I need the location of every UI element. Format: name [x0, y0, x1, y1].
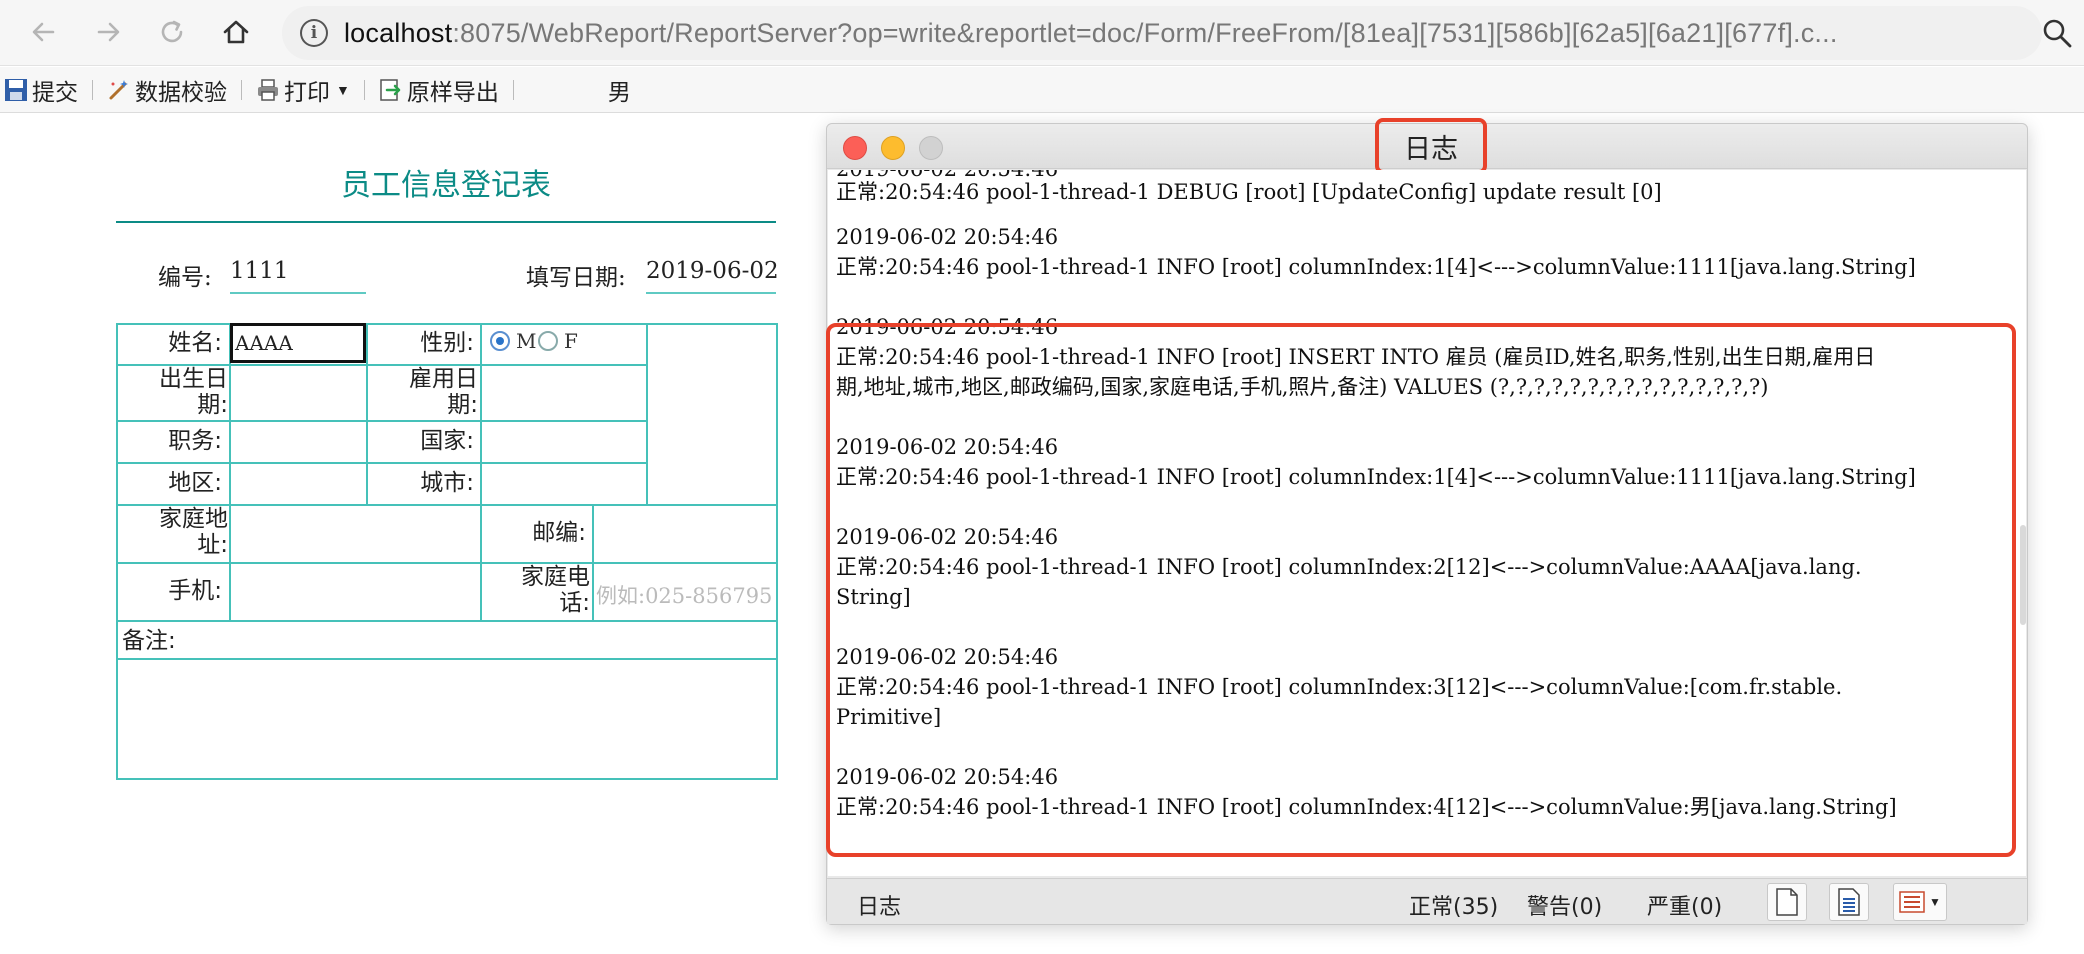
title-divider: [116, 221, 776, 223]
toolbar-divider: [363, 79, 365, 100]
back-button[interactable]: [26, 14, 62, 50]
country-label: 国家:: [420, 428, 474, 454]
address-label-line2: 址:: [197, 532, 228, 558]
hire-label: 雇用日 期:: [368, 366, 478, 418]
validate-label: 数据校验: [135, 78, 227, 105]
report-toolbar: 提交 数据校验 打印 ▼ 原样导出 男: [0, 67, 2084, 113]
printer-icon: [256, 78, 280, 102]
address-label-line1: 家庭地: [159, 506, 228, 532]
gender-label: 性别:: [420, 330, 474, 356]
birth-label: 出生日 期:: [118, 366, 228, 418]
gender-m-text: M: [516, 329, 537, 353]
remarks-input[interactable]: [118, 660, 774, 776]
name-input[interactable]: AAAA: [230, 323, 366, 363]
number-label: 编号:: [158, 265, 212, 291]
date-label: 填写日期:: [526, 265, 626, 291]
info-icon[interactable]: i: [300, 19, 328, 47]
export-icon: [379, 78, 403, 102]
log-titlebar[interactable]: 日志: [827, 118, 2027, 174]
document-icon: [1776, 888, 1798, 916]
homephone-label-line2: 话:: [559, 590, 590, 616]
url-path: :8075/WebReport/ReportServer?op=write&re…: [452, 17, 1838, 48]
number-value[interactable]: 1111: [230, 258, 289, 284]
export-label: 原样导出: [406, 78, 499, 105]
search-icon[interactable]: [2040, 16, 2074, 50]
log-statusbar: 日志 正常(35) 警告(0) 严重(0) ▼: [827, 878, 2027, 924]
export-button[interactable]: 原样导出: [375, 70, 503, 110]
arrow-right-icon: [97, 22, 120, 42]
date-value[interactable]: 2019-06-02: [646, 258, 779, 284]
normal-count[interactable]: 正常(35): [1409, 889, 1498, 921]
new-document-button[interactable]: [1767, 883, 1807, 921]
url-text: localhost:8075/WebReport/ReportServer?op…: [344, 18, 2042, 49]
address-label: 家庭地 址:: [118, 506, 228, 558]
hire-label-line2: 期:: [447, 392, 478, 418]
filter-list-icon: [1899, 891, 1925, 913]
toolbar-divider: [92, 79, 93, 100]
toolbar-divider: [512, 79, 514, 100]
log-title: 日志: [1375, 118, 1487, 174]
form-title: 员工信息登记表: [341, 168, 551, 203]
extra-label: 男: [607, 78, 631, 105]
number-underline: [230, 292, 366, 294]
log-list-button[interactable]: [1829, 883, 1869, 921]
log-line: 正常:20:54:46 pool-1-thread-1 DEBUG [root]…: [836, 180, 1662, 204]
toolbar-extra-text: 男: [604, 70, 635, 110]
reload-icon: [161, 20, 183, 43]
reload-button[interactable]: [154, 14, 190, 50]
list-document-icon: [1838, 888, 1860, 916]
zip-label: 邮编:: [532, 520, 586, 546]
url-host: localhost: [343, 17, 453, 48]
submit-label: 提交: [32, 78, 78, 105]
name-label: 姓名:: [168, 330, 222, 356]
close-window-icon[interactable]: [843, 136, 867, 160]
birth-label-line2: 期:: [197, 392, 228, 418]
minimize-window-icon[interactable]: [881, 136, 905, 160]
browser-toolbar: i localhost:8075/WebReport/ReportServer?…: [0, 0, 2084, 66]
homephone-label: 家庭电 话:: [482, 564, 590, 616]
caret-down-icon: ▼: [336, 81, 350, 98]
chevron-down-icon: ▼: [1929, 895, 1941, 909]
log-line: 2019-06-02 20:54:46: [836, 225, 1059, 249]
wand-icon: [107, 78, 131, 102]
hire-label-line1: 雇用日: [409, 366, 478, 392]
highlight-annotation: [826, 323, 2016, 857]
submit-button[interactable]: 提交: [0, 70, 82, 110]
birth-label-line1: 出生日: [159, 366, 228, 392]
home-icon: [223, 20, 249, 44]
address-bar[interactable]: i localhost:8075/WebReport/ReportServer?…: [282, 6, 2042, 60]
date-underline: [646, 292, 776, 294]
job-label: 职务:: [168, 428, 222, 454]
homephone-input[interactable]: 例如:025-856795: [596, 580, 774, 610]
zoom-window-icon[interactable]: [919, 136, 943, 160]
warning-count[interactable]: 警告(0): [1527, 889, 1602, 921]
log-line: 正常:20:54:46 pool-1-thread-1 INFO [root] …: [836, 255, 1916, 279]
gender-f-text: F: [564, 329, 578, 353]
home-button[interactable]: [218, 14, 254, 50]
city-label: 城市:: [420, 470, 474, 496]
mobile-label: 手机:: [168, 578, 222, 604]
print-button[interactable]: 打印 ▼: [252, 70, 354, 110]
homephone-label-line1: 家庭电: [521, 564, 590, 590]
region-label: 地区:: [168, 470, 222, 496]
gender-radio-f[interactable]: [538, 331, 558, 351]
severe-count[interactable]: 严重(0): [1647, 889, 1722, 921]
toolbar-divider: [241, 79, 242, 100]
log-scrollbar[interactable]: [2020, 525, 2026, 625]
validate-button[interactable]: 数据校验: [103, 70, 231, 110]
forward-button[interactable]: [90, 14, 126, 50]
log-filter-dropdown[interactable]: ▼: [1893, 883, 1947, 921]
gender-radio-m[interactable]: [490, 331, 510, 351]
print-label: 打印: [284, 78, 330, 105]
save-icon: [4, 78, 28, 102]
status-log-label: 日志: [857, 895, 902, 920]
arrow-left-icon: [32, 22, 55, 42]
remarks-label: 备注:: [122, 628, 176, 654]
